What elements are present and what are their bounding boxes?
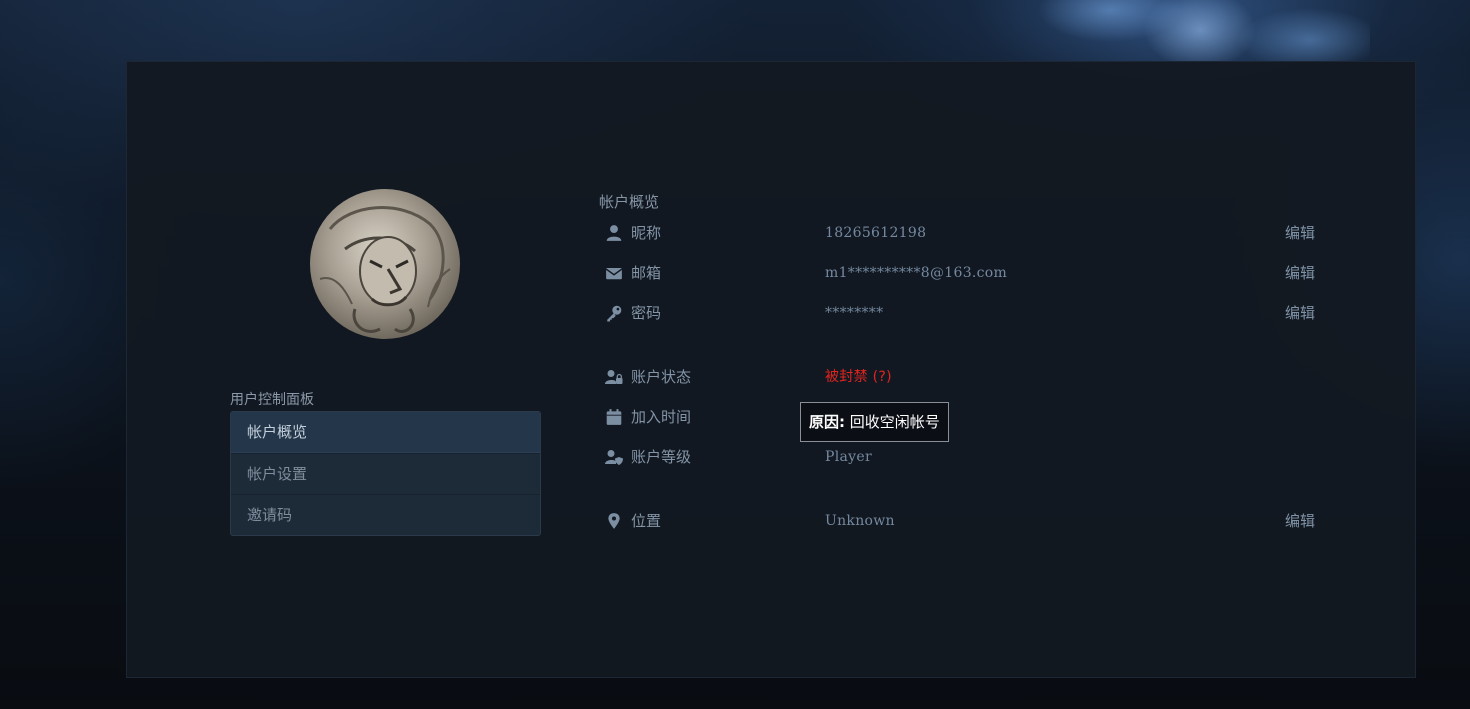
user-lock-icon [605, 368, 623, 386]
account-status-label: 账户状态 [631, 368, 692, 386]
account-level-label: 账户等级 [631, 448, 692, 466]
control-panel-menu: 帐户概览 帐户设置 邀请码 [230, 411, 541, 536]
avatar[interactable] [310, 189, 460, 339]
avatar-portrait [319, 206, 451, 333]
password-label: 密码 [631, 304, 662, 322]
nickname-label: 昵称 [631, 224, 662, 242]
menu-item-account-overview[interactable]: 帐户概览 [231, 412, 540, 453]
menu-item-invite-code[interactable]: 邀请码 [231, 494, 540, 535]
email-label: 邮箱 [631, 264, 662, 282]
row-join-date: 加入时间 [605, 405, 1315, 429]
edit-password-link[interactable]: 编辑 [1285, 301, 1315, 325]
row-location: 位置 Unknown 编辑 [605, 509, 1315, 533]
map-marker-icon [605, 512, 623, 530]
ban-reason-tooltip: 原因: 回收空闲帐号 [800, 402, 949, 442]
edit-email-link[interactable]: 编辑 [1285, 261, 1315, 285]
location-value: Unknown [825, 513, 895, 529]
menu-item-account-settings[interactable]: 帐户设置 [231, 453, 540, 494]
user-icon [605, 224, 623, 242]
row-email: 邮箱 m1**********8@163.com 编辑 [605, 261, 1315, 285]
email-value: m1**********8@163.com [825, 265, 1008, 281]
edit-location-link[interactable]: 编辑 [1285, 509, 1315, 533]
edit-nickname-link[interactable]: 编辑 [1285, 221, 1315, 245]
section-title: 帐户概览 [599, 193, 660, 211]
control-panel-title: 用户控制面板 [230, 392, 314, 408]
row-nickname: 昵称 18265612198 编辑 [605, 221, 1315, 245]
account-level-value: Player [825, 449, 872, 465]
row-password: 密码 ******** 编辑 [605, 301, 1315, 325]
row-account-status: 账户状态 被封禁 (?) [605, 365, 1315, 389]
account-status-value[interactable]: 被封禁 (?) [825, 365, 892, 389]
envelope-icon [605, 264, 623, 282]
join-date-label: 加入时间 [631, 408, 692, 426]
row-account-level: 账户等级 Player [605, 445, 1315, 469]
header-artwork [1030, 0, 1370, 62]
tooltip-reason-text: 回收空闲帐号 [845, 413, 940, 431]
user-shield-icon [605, 448, 623, 466]
calendar-icon [605, 408, 623, 426]
password-value: ******** [825, 305, 884, 321]
tooltip-reason-key: 原因: [809, 413, 845, 431]
key-icon [605, 304, 623, 322]
nickname-value: 18265612198 [825, 225, 927, 241]
location-label: 位置 [631, 512, 662, 530]
account-panel: 用户控制面板 帐户概览 帐户设置 邀请码 帐户概览 昵称 18265612198… [126, 61, 1416, 678]
